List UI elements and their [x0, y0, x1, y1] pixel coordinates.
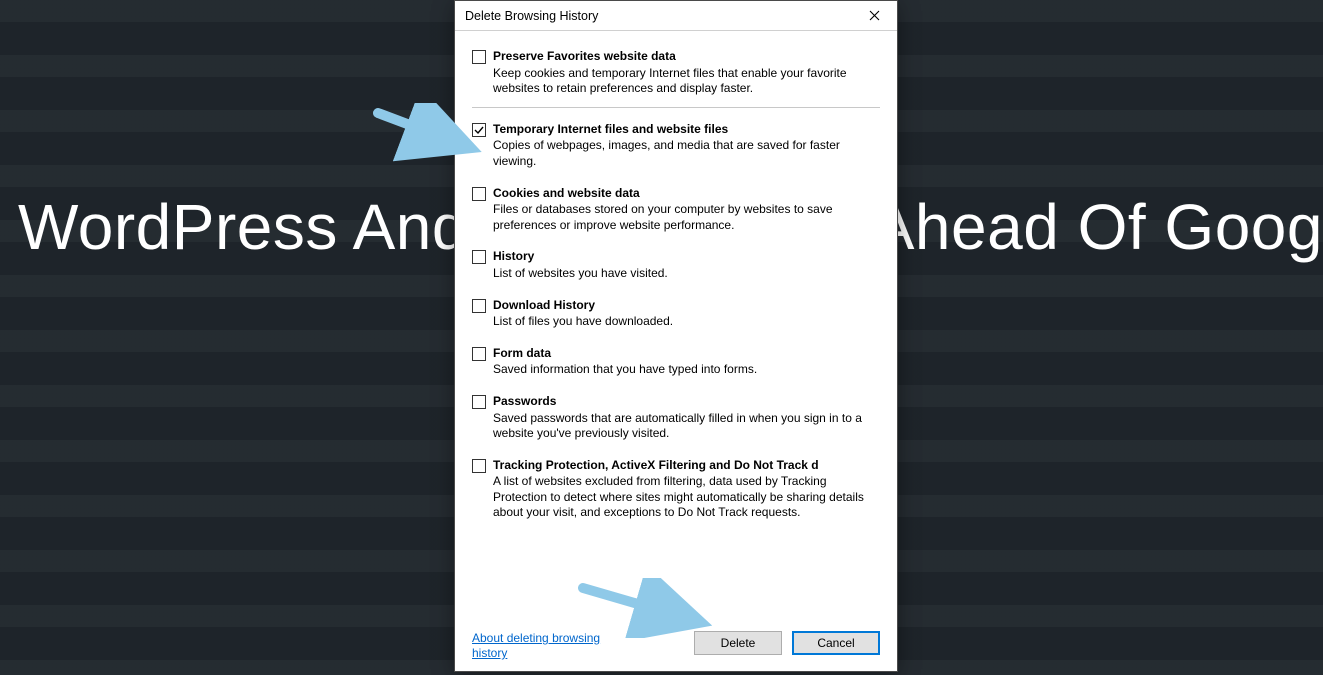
option-desc: Files or databases stored on your comput… — [493, 202, 880, 233]
option-desc: List of websites you have visited. — [493, 266, 880, 282]
checkbox-history[interactable] — [472, 250, 486, 264]
dialog-title: Delete Browsing History — [465, 9, 857, 23]
option-tracking-protection: Tracking Protection, ActiveX Filtering a… — [472, 458, 880, 521]
dialog-body: Preserve Favorites website data Keep coo… — [455, 31, 897, 671]
option-label: Tracking Protection, ActiveX Filtering a… — [493, 458, 880, 474]
option-history: History List of websites you have visite… — [472, 249, 880, 281]
option-desc: Saved information that you have typed in… — [493, 362, 880, 378]
option-desc: Saved passwords that are automatically f… — [493, 411, 880, 442]
option-passwords: Passwords Saved passwords that are autom… — [472, 394, 880, 442]
checkbox-preserve-favorites[interactable] — [472, 50, 486, 64]
option-label: Temporary Internet files and website fil… — [493, 122, 880, 138]
delete-button[interactable]: Delete — [694, 631, 782, 655]
cancel-button[interactable]: Cancel — [792, 631, 880, 655]
checkbox-download-history[interactable] — [472, 299, 486, 313]
option-label: Cookies and website data — [493, 186, 880, 202]
dialog-footer: About deleting browsing history Delete C… — [472, 621, 880, 661]
delete-browsing-history-dialog: Delete Browsing History Preserve Favorit… — [454, 0, 898, 672]
close-button[interactable] — [857, 4, 891, 28]
option-desc: A list of websites excluded from filteri… — [493, 474, 880, 521]
checkbox-temporary-files[interactable] — [472, 123, 486, 137]
checkbox-cookies[interactable] — [472, 187, 486, 201]
checkbox-tracking-protection[interactable] — [472, 459, 486, 473]
option-cookies: Cookies and website data Files or databa… — [472, 186, 880, 234]
option-label: Form data — [493, 346, 880, 362]
option-label: History — [493, 249, 880, 265]
separator — [472, 107, 880, 108]
button-row: Delete Cancel — [694, 631, 880, 655]
option-temporary-files: Temporary Internet files and website fil… — [472, 122, 880, 170]
option-label: Passwords — [493, 394, 880, 410]
option-label: Preserve Favorites website data — [493, 49, 880, 65]
option-download-history: Download History List of files you have … — [472, 298, 880, 330]
option-desc: Keep cookies and temporary Internet file… — [493, 66, 880, 97]
checkbox-form-data[interactable] — [472, 347, 486, 361]
close-icon — [869, 10, 880, 21]
option-form-data: Form data Saved information that you hav… — [472, 346, 880, 378]
option-label: Download History — [493, 298, 880, 314]
option-desc: Copies of webpages, images, and media th… — [493, 138, 880, 169]
option-desc: List of files you have downloaded. — [493, 314, 880, 330]
about-link[interactable]: About deleting browsing history — [472, 631, 612, 661]
checkbox-passwords[interactable] — [472, 395, 486, 409]
titlebar: Delete Browsing History — [455, 1, 897, 31]
option-preserve-favorites: Preserve Favorites website data Keep coo… — [472, 49, 880, 97]
